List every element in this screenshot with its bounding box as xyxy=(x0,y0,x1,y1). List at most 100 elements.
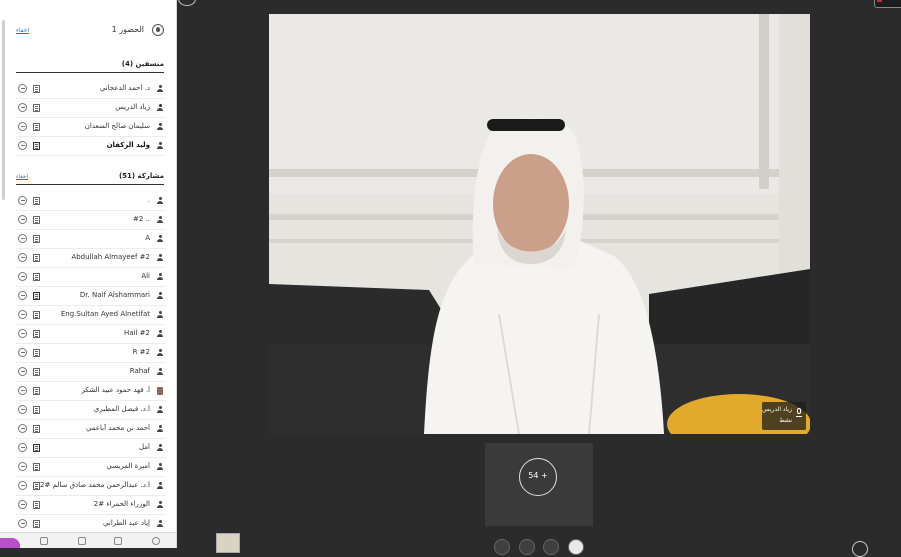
notes-icon[interactable] xyxy=(114,537,122,545)
remove-icon[interactable] xyxy=(18,291,27,300)
attendee-row[interactable]: أ. فهد حمود عبيد الشكر xyxy=(16,382,166,401)
attendee-row[interactable]: #2 .. xyxy=(16,211,166,230)
remove-icon[interactable] xyxy=(18,253,27,262)
attendee-row[interactable]: Rahaf xyxy=(16,363,166,382)
participant-name: الوزراء الحمراء #2 xyxy=(93,500,150,508)
remove-icon[interactable] xyxy=(18,141,27,150)
participant-name: إياد عبد الطراني xyxy=(103,519,150,527)
remove-icon[interactable] xyxy=(18,215,27,224)
participants-count-label: 54 + xyxy=(528,471,548,480)
camera-icon[interactable] xyxy=(33,254,40,262)
user-icon xyxy=(157,235,163,243)
remove-icon[interactable] xyxy=(18,348,27,357)
participants-panel: اخفاء الحضور 1 منسقين (4) د. أحمد الدعجا… xyxy=(0,0,177,548)
remove-icon[interactable] xyxy=(18,367,27,376)
hosts-section-header: منسقين (4) xyxy=(16,58,164,73)
camera-icon[interactable] xyxy=(33,368,40,376)
participant-name: أحمد بن محمد آباعمي xyxy=(85,424,150,432)
participant-name: Rahaf xyxy=(129,367,150,375)
camera-on-icon[interactable] xyxy=(33,142,40,150)
camera-icon[interactable] xyxy=(33,216,40,224)
camera-icon[interactable] xyxy=(33,349,40,357)
attendee-row[interactable]: أ.د. عبدالرحمن محمد صادق سالم #2 xyxy=(16,477,166,496)
sidebar-scrollbar[interactable] xyxy=(2,20,5,200)
attendees-collapse-link[interactable]: اخفاء xyxy=(16,174,28,180)
self-view-thumbnail[interactable] xyxy=(216,533,240,553)
camera-icon[interactable] xyxy=(33,273,40,281)
remove-icon[interactable] xyxy=(18,329,27,338)
recording-indicator[interactable] xyxy=(874,0,901,8)
camera-icon[interactable] xyxy=(33,501,40,509)
remove-icon[interactable] xyxy=(18,443,27,452)
leave-button[interactable] xyxy=(852,541,868,557)
host-row[interactable]: زياد الدريس xyxy=(16,99,166,118)
user-icon xyxy=(157,520,163,528)
menu-toggle-button[interactable] xyxy=(0,538,20,548)
host-row[interactable]: د. أحمد الدعجاني xyxy=(16,80,166,99)
attendee-row[interactable]: Abdullah Almayeef #2 xyxy=(16,249,166,268)
collapse-link[interactable]: اخفاء xyxy=(16,27,29,34)
remove-icon[interactable] xyxy=(18,234,27,243)
share-screen-button[interactable] xyxy=(543,539,559,555)
attendee-row[interactable]: R #2 xyxy=(16,344,166,363)
remove-icon[interactable] xyxy=(18,122,27,131)
speaker-video: زياد الدريس نشط xyxy=(269,14,810,434)
attendee-row[interactable]: أحمد بن محمد آباعمي xyxy=(16,420,166,439)
remove-icon[interactable] xyxy=(18,84,27,93)
camera-on-icon[interactable] xyxy=(33,292,40,300)
remove-icon[interactable] xyxy=(18,103,27,112)
participant-name: #2 .. xyxy=(133,215,150,223)
remove-icon[interactable] xyxy=(18,500,27,509)
attendee-row[interactable]: Ali xyxy=(16,268,166,287)
remove-icon[interactable] xyxy=(18,386,27,395)
remove-icon[interactable] xyxy=(18,196,27,205)
remove-icon[interactable] xyxy=(18,481,27,490)
microphone-button[interactable] xyxy=(494,539,510,555)
participants-header: اخفاء الحضور 1 xyxy=(0,20,176,42)
attendee-row[interactable]: Dr. Naif Alshammari xyxy=(16,287,166,306)
participant-name: Hail #2 xyxy=(124,329,150,337)
camera-icon[interactable] xyxy=(33,387,40,395)
camera-button[interactable] xyxy=(519,539,535,555)
camera-icon[interactable] xyxy=(33,406,40,414)
camera-icon[interactable] xyxy=(33,104,40,112)
active-speaker-tag: زياد الدريس نشط xyxy=(762,402,806,430)
camera-icon[interactable] xyxy=(33,463,40,471)
settings-icon[interactable] xyxy=(40,537,48,545)
options-button[interactable] xyxy=(178,0,196,6)
attendee-row[interactable]: الوزراء الحمراء #2 xyxy=(16,496,166,515)
remove-icon[interactable] xyxy=(18,519,27,528)
user-icon xyxy=(157,330,163,338)
remove-icon[interactable] xyxy=(18,310,27,319)
attendee-row[interactable]: أ.د. فيصل المطيري xyxy=(16,401,166,420)
attendee-row[interactable]: أمل xyxy=(16,439,166,458)
camera-icon[interactable] xyxy=(33,235,40,243)
other-participants-tile[interactable]: 54 + xyxy=(485,443,593,526)
remove-icon[interactable] xyxy=(18,424,27,433)
host-row[interactable]: سليمان صالح السعدان xyxy=(16,118,166,137)
attendee-row[interactable]: Eng.Sultan Ayed Alnetifat xyxy=(16,306,166,325)
remove-icon[interactable] xyxy=(18,405,27,414)
camera-on-icon[interactable] xyxy=(33,444,40,452)
camera-icon[interactable] xyxy=(33,123,40,131)
participant-name: Ali xyxy=(141,272,150,280)
participant-name: د. أحمد الدعجاني xyxy=(99,84,150,92)
camera-icon[interactable] xyxy=(33,197,40,205)
participants-count-title: الحضور 1 xyxy=(111,25,144,34)
attendee-row[interactable]: . xyxy=(16,192,166,211)
host-row[interactable]: وليد الركفان xyxy=(16,137,166,156)
remove-icon[interactable] xyxy=(18,272,27,281)
camera-icon[interactable] xyxy=(33,311,40,319)
remove-icon[interactable] xyxy=(18,462,27,471)
camera-icon[interactable] xyxy=(33,85,40,93)
camera-icon[interactable] xyxy=(33,482,40,490)
attendee-row[interactable]: أميرة المريسي xyxy=(16,458,166,477)
attendee-row[interactable]: A xyxy=(16,230,166,249)
chat-icon[interactable] xyxy=(78,537,86,545)
more-icon[interactable] xyxy=(152,537,160,545)
hand-raise-button[interactable] xyxy=(568,539,584,555)
camera-icon[interactable] xyxy=(33,330,40,338)
camera-icon[interactable] xyxy=(33,520,40,528)
camera-icon[interactable] xyxy=(33,425,40,433)
attendee-row[interactable]: Hail #2 xyxy=(16,325,166,344)
